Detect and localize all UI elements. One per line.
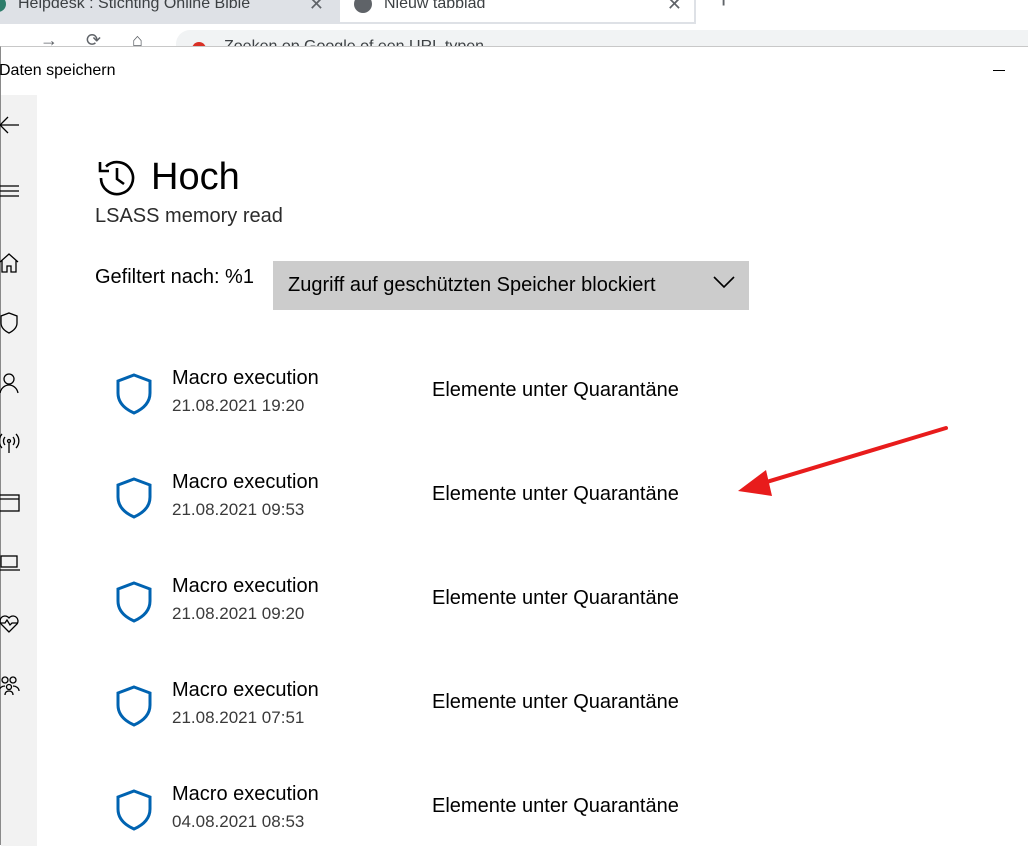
tab-title: Helpdesk : Stichting Online Bible [18, 0, 251, 12]
event-name: Macro execution [172, 575, 319, 597]
event-date: 21.08.2021 07:51 [172, 708, 305, 727]
event-status: Elemente unter Quarantäne [432, 795, 679, 817]
laptop-icon[interactable] [0, 549, 23, 577]
event-date: 21.08.2021 19:20 [172, 396, 305, 415]
shield-icon [115, 373, 153, 415]
person-icon[interactable] [0, 369, 23, 397]
event-status: Elemente unter Quarantäne [432, 379, 679, 401]
event-date: 21.08.2021 09:20 [172, 604, 305, 623]
shield-icon [115, 581, 153, 623]
minimize-button[interactable] [986, 57, 1012, 83]
filter-dropdown-value: Zugriff auf geschützten Speicher blockie… [288, 274, 656, 296]
window-title: Daten speichern [0, 62, 116, 79]
chrome-icon [354, 0, 372, 13]
event-date: 04.08.2021 08:53 [172, 812, 305, 831]
list-item[interactable]: Macro execution 04.08.2021 08:53 Element… [37, 775, 1028, 855]
chevron-down-icon [713, 275, 735, 294]
app-browser-icon[interactable] [0, 489, 23, 517]
shield-icon[interactable] [0, 309, 23, 337]
hamburger-menu-icon[interactable] [0, 177, 23, 205]
list-item[interactable]: Macro execution 21.08.2021 07:51 Element… [37, 671, 1028, 751]
shield-icon [115, 685, 153, 727]
tab-title: Nieuw tabblad [384, 0, 486, 12]
event-name: Macro execution [172, 367, 319, 389]
shield-icon [115, 477, 153, 519]
close-icon[interactable]: ✕ [667, 0, 682, 15]
browser-tab-helpdesk[interactable]: Helpdesk : Stichting Online Bible ✕ [0, 0, 336, 22]
navigation-sidebar [0, 95, 37, 846]
shield-icon [115, 789, 153, 831]
filter-label: Gefiltert nach: %1 [95, 266, 254, 288]
site-favicon-icon [0, 0, 6, 12]
event-name: Macro execution [172, 783, 319, 805]
back-arrow-icon[interactable] [0, 111, 23, 139]
wireless-icon[interactable] [0, 429, 23, 457]
family-icon[interactable] [0, 671, 23, 699]
tab-strip-background [696, 0, 1028, 24]
event-status: Elemente unter Quarantäne [432, 587, 679, 609]
event-status: Elemente unter Quarantäne [432, 691, 679, 713]
heart-pulse-icon[interactable] [0, 609, 23, 637]
page-subtitle: LSASS memory read [95, 205, 283, 227]
new-tab-button[interactable]: + [716, 0, 731, 15]
browser-tab-new[interactable]: Nieuw tabblad ✕ [340, 0, 694, 22]
event-name: Macro execution [172, 679, 319, 701]
event-name: Macro execution [172, 471, 319, 493]
event-status: Elemente unter Quarantäne [432, 483, 679, 505]
home-icon[interactable] [0, 249, 23, 277]
list-item[interactable]: Macro execution 21.08.2021 09:20 Element… [37, 567, 1028, 647]
event-date: 21.08.2021 09:53 [172, 500, 305, 519]
annotation-arrow-icon [738, 426, 948, 496]
browser-tab-strip: Helpdesk : Stichting Online Bible ✕ Nieu… [0, 0, 1028, 48]
close-icon[interactable]: ✕ [309, 0, 324, 15]
page-title: Hoch [151, 156, 240, 199]
filter-dropdown[interactable]: Zugriff auf geschützten Speicher blockie… [273, 261, 749, 310]
history-icon [95, 156, 139, 200]
